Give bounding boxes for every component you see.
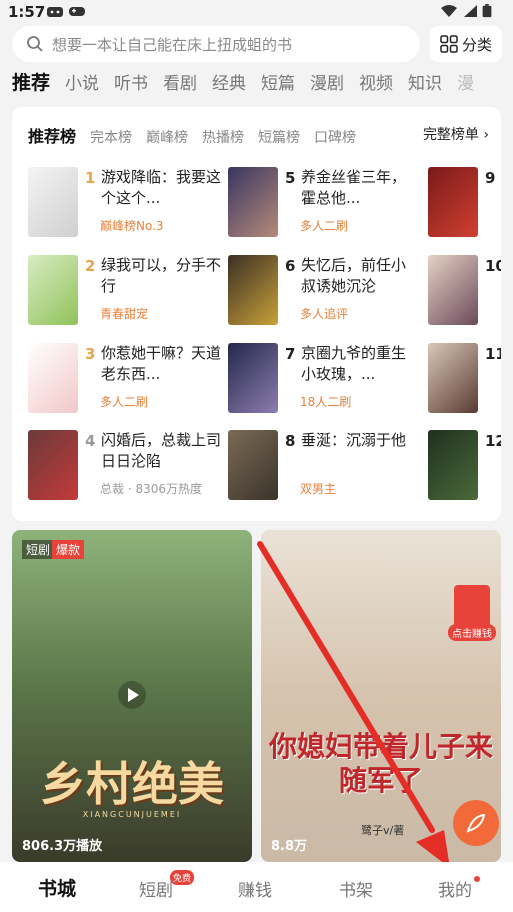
book-cover bbox=[28, 167, 78, 237]
book-rank: 1 bbox=[85, 169, 96, 187]
bottom-nav: 书城 短剧 免费 赚钱 书架 我的 bbox=[0, 862, 513, 912]
tab-classic[interactable]: 经典 bbox=[212, 69, 246, 99]
book-cover bbox=[28, 255, 78, 325]
nav-bookshelf[interactable]: 书架 bbox=[339, 876, 373, 901]
tab-video[interactable]: 视频 bbox=[359, 69, 393, 99]
category-label: 分类 bbox=[461, 35, 492, 54]
status-bar: 1:57 bbox=[0, 0, 513, 26]
book-tag: 青春甜宠 bbox=[100, 307, 149, 321]
book-rank: 8 bbox=[285, 432, 296, 450]
book-tag: 多人追评 bbox=[300, 307, 349, 321]
book-title: 绿我可以，分手不行 bbox=[101, 256, 222, 295]
rank-card: 推荐榜 完本榜 巅峰榜 热播榜 短篇榜 口碑榜 完整榜单 › 1 游戏降临：我要这个这个.… bbox=[12, 107, 501, 521]
book-cover bbox=[428, 343, 478, 413]
full-list-label: 完整榜单 bbox=[422, 127, 479, 143]
nav-earn[interactable]: 赚钱 bbox=[238, 876, 272, 901]
rank-tab-short[interactable]: 短篇榜 bbox=[258, 127, 300, 147]
book-cover bbox=[428, 167, 478, 237]
book-title: 游戏降临：我要这个这个... bbox=[101, 168, 222, 207]
tab-audiobook[interactable]: 听书 bbox=[114, 69, 148, 99]
book-rank: 3 bbox=[85, 345, 96, 363]
status-time: 1:57 bbox=[8, 3, 46, 21]
tab-novel[interactable]: 小说 bbox=[65, 69, 99, 99]
free-badge: 免费 bbox=[170, 870, 195, 885]
gamepad-icon bbox=[69, 7, 85, 16]
book-cover bbox=[28, 430, 78, 500]
rank-tab-hot[interactable]: 热播榜 bbox=[202, 127, 244, 147]
full-list-link[interactable]: 完整榜单 › bbox=[416, 124, 489, 144]
tab-short[interactable]: 短篇 bbox=[261, 69, 295, 99]
book-tag: 巅峰榜No.3 bbox=[100, 219, 164, 233]
book-tag: 多人二刷 bbox=[300, 219, 349, 233]
book-rank: 12 bbox=[485, 432, 501, 450]
book-rank: 2 bbox=[85, 257, 96, 275]
battery-icon bbox=[482, 4, 492, 18]
category-button[interactable]: 分类 bbox=[430, 26, 502, 62]
book-tag: 总裁 · 8306万热度 bbox=[100, 482, 202, 496]
book-cover bbox=[428, 255, 478, 325]
rank-tab-finished[interactable]: 完本榜 bbox=[90, 127, 132, 147]
tab-knowledge[interactable]: 知识 bbox=[408, 69, 442, 99]
book-rank: 6 bbox=[285, 257, 296, 275]
tab-comic-drama[interactable]: 漫剧 bbox=[310, 69, 344, 99]
book-rank: 7 bbox=[285, 345, 296, 363]
rank-tab-reputation[interactable]: 口碑榜 bbox=[314, 127, 356, 147]
top-tabs: 推荐 小说 听书 看剧 经典 短篇 漫剧 视频 知识漫 bbox=[12, 68, 513, 100]
android-icon bbox=[47, 7, 63, 17]
rank-tab-recommend[interactable]: 推荐榜 bbox=[28, 123, 76, 147]
book-title: 京圈九爷的重生小玫瑰，... bbox=[301, 344, 407, 383]
video-feed: 短剧 爆款 乡村绝美 XIANGCUNJUEMEI 806.3万播放 点击赚钱 … bbox=[12, 530, 501, 862]
book-cover bbox=[228, 167, 278, 237]
book-rank: 11 bbox=[485, 345, 501, 363]
tab-drama[interactable]: 看剧 bbox=[163, 69, 197, 99]
book-cover bbox=[228, 255, 278, 325]
tab-recommend[interactable]: 推荐 bbox=[12, 68, 50, 98]
book-title: 养金丝雀三年，霍总他... bbox=[301, 168, 407, 207]
book-cover bbox=[228, 343, 278, 413]
nav-mine[interactable]: 我的 bbox=[438, 876, 472, 901]
search-placeholder: 想要一本让自己能在床上扭成蛆的书 bbox=[52, 35, 293, 54]
search-input[interactable]: 想要一本让自己能在床上扭成蛆的书 bbox=[12, 26, 420, 62]
book-rank: 5 bbox=[285, 169, 296, 187]
book-rank: 4 bbox=[85, 432, 96, 450]
search-row: 想要一本让自己能在床上扭成蛆的书 分类 bbox=[0, 26, 513, 66]
grid-icon bbox=[440, 35, 458, 53]
nav-bookstore[interactable]: 书城 bbox=[38, 874, 76, 901]
signal-icon bbox=[464, 5, 477, 17]
book-rank: 10 bbox=[485, 257, 501, 275]
book-tag: 双男主 bbox=[300, 482, 337, 496]
annotation-arrow-icon bbox=[257, 541, 450, 862]
book-title: 你惹她干嘛？天道老东西... bbox=[101, 344, 222, 383]
book-title: 失忆后，前任小叔诱她沉沦 bbox=[301, 256, 407, 295]
book-rank: 9 bbox=[485, 169, 496, 187]
notification-dot bbox=[474, 876, 480, 882]
rank-tab-peak[interactable]: 巅峰榜 bbox=[146, 127, 188, 147]
book-tag: 多人二刷 bbox=[100, 395, 149, 409]
tab-comic[interactable]: 漫 bbox=[457, 69, 474, 99]
nav-short-drama[interactable]: 短剧 bbox=[139, 876, 173, 901]
search-icon bbox=[27, 36, 43, 52]
book-cover bbox=[428, 430, 478, 500]
book-cover bbox=[228, 430, 278, 500]
book-title: 垂涎：沉溺于他 bbox=[301, 431, 407, 449]
book-cover bbox=[28, 343, 78, 413]
book-title: 闪婚后，总裁上司日日沦陷 bbox=[101, 431, 222, 470]
book-tag: 18人二刷 bbox=[300, 395, 352, 409]
wifi-icon bbox=[441, 5, 457, 17]
